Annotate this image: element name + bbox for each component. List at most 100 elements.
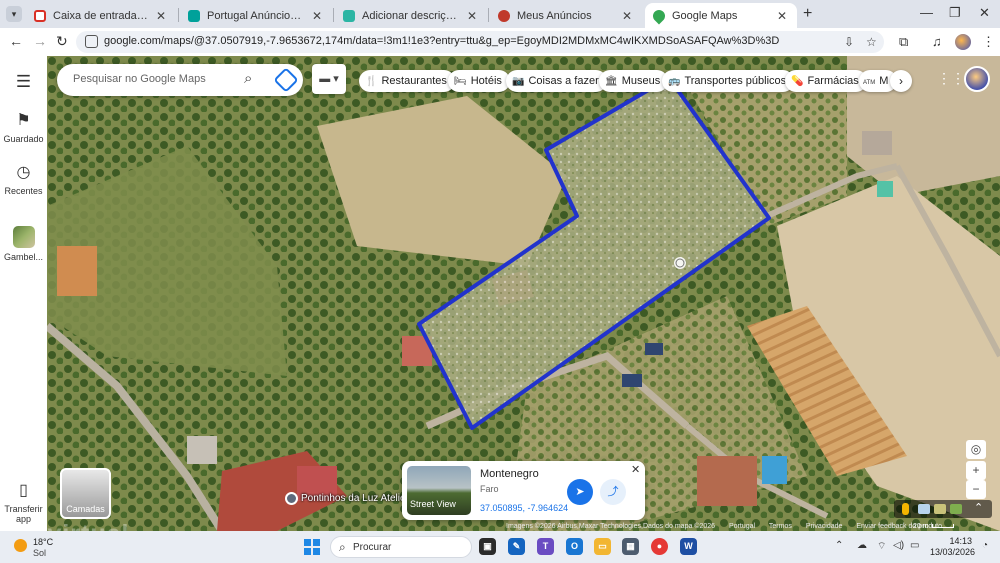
layer-thumb[interactable] xyxy=(950,504,962,514)
place-coordinates[interactable]: 37.050895, -7.964624 xyxy=(480,503,568,513)
expand-icon[interactable]: ⌃ xyxy=(974,501,983,514)
close-tab-icon[interactable]: ✕ xyxy=(310,9,324,23)
scale-bar[interactable]: 20 m xyxy=(913,523,954,530)
maps-pin-icon xyxy=(650,7,668,24)
notifications-icon[interactable]: ◔ xyxy=(982,540,988,551)
browser-menu-icon[interactable]: ⋮ xyxy=(982,34,995,50)
chip-restaurants[interactable]: 🍴 Restaurantes xyxy=(359,70,455,92)
tab-separator xyxy=(488,8,489,22)
place-name: Montenegro xyxy=(480,468,539,480)
rail-item-get-app[interactable]: ▯ Transferir app xyxy=(0,480,47,524)
menu-icon[interactable]: ☰ xyxy=(0,72,47,92)
site-favicon-icon xyxy=(498,9,510,22)
account-avatar[interactable] xyxy=(964,66,990,92)
close-card-icon[interactable]: ✕ xyxy=(631,463,640,476)
start-button[interactable] xyxy=(304,539,320,555)
profile-avatar[interactable] xyxy=(955,34,971,50)
battery-icon[interactable]: ▭ xyxy=(910,540,919,551)
tray-overflow-icon[interactable]: ⌃ xyxy=(835,540,843,551)
chip-pharmacies[interactable]: 💊 Farmácias xyxy=(785,70,867,92)
site-info-icon[interactable] xyxy=(85,35,98,48)
outlook-icon[interactable]: O xyxy=(566,538,583,555)
back-button[interactable]: ← xyxy=(9,33,23,49)
word-icon[interactable]: W xyxy=(680,538,697,555)
volume-icon[interactable]: ◁) xyxy=(893,540,904,551)
url-text[interactable]: google.com/maps/@37.0507919,-7.9653672,1… xyxy=(104,35,779,47)
place-card[interactable]: Street View Montenegro Faro 37.050895, -… xyxy=(402,461,645,520)
bookmark-star-icon[interactable]: ☆ xyxy=(866,35,877,49)
hotel-icon: 🛏 xyxy=(454,76,467,87)
minimize-button[interactable]: — xyxy=(920,5,933,20)
rail-item-saved[interactable]: ⚑ Guardado xyxy=(0,110,47,144)
directions-icon[interactable] xyxy=(273,67,299,93)
taskbar-search[interactable]: ⌕ Procurar xyxy=(330,536,472,558)
site-favicon-icon xyxy=(343,9,355,22)
task-view-icon[interactable]: ▣ xyxy=(479,538,496,555)
reload-button[interactable]: ↻ xyxy=(56,33,68,50)
place-region: Faro xyxy=(480,484,499,494)
poi-pin-icon[interactable] xyxy=(285,492,298,505)
close-tab-icon[interactable]: ✕ xyxy=(775,9,789,23)
camera-icon: 📷 xyxy=(512,76,525,87)
history-icon: ◷ xyxy=(16,164,31,181)
windows-taskbar: 18°C Sol ⌕ Procurar ▣ ✎ T O ▭ ▦ ● W ⌃ ☁ … xyxy=(0,531,1000,563)
rail-item-recent-place[interactable]: Gambel... xyxy=(0,226,47,262)
close-window-button[interactable]: ✕ xyxy=(979,5,990,21)
browser-tab-strip: ▾ Caixa de entrada - tiagomjv@g ✕ Portug… xyxy=(0,0,1000,28)
poi-label[interactable]: Pontinhos da Luz Atelier xyxy=(301,493,409,504)
chip-museums[interactable]: 🏛 Museus xyxy=(599,70,669,92)
rail-item-recents[interactable]: ◷ Recentes xyxy=(0,162,47,196)
search-icon[interactable]: ⌕ xyxy=(244,70,252,87)
new-tab-button[interactable]: + xyxy=(803,5,812,23)
chips-next-arrow[interactable]: › xyxy=(890,70,912,92)
layers-button[interactable]: Camadas xyxy=(60,468,111,519)
chip-hotels[interactable]: 🛏 Hotéis xyxy=(448,70,510,92)
tab-gmail[interactable]: Caixa de entrada - tiagomjv@g ✕ xyxy=(26,3,176,28)
teams-icon[interactable]: T xyxy=(537,538,554,555)
chip-things-to-do[interactable]: 📷 Coisas a fazer xyxy=(506,70,607,92)
media-controls-icon[interactable]: ♫ xyxy=(932,34,942,49)
map-view-toggle[interactable]: ▬ ▾ xyxy=(312,64,346,94)
wifi-icon[interactable]: ⌔ xyxy=(877,540,886,553)
satellite-map[interactable]: Pesquisar no Google Maps ⌕ ▬ ▾ 🍴 Restaura… xyxy=(47,56,1000,531)
tab-meta-descriptions[interactable]: Adicionar descrições meta | Im ✕ xyxy=(335,3,487,28)
extensions-icon[interactable]: ⧉ xyxy=(899,34,908,50)
system-clock[interactable]: 14:13 13/03/2026 xyxy=(930,536,975,558)
tab-google-maps[interactable]: Google Maps ✕ xyxy=(645,3,797,28)
search-box[interactable]: Pesquisar no Google Maps ⌕ xyxy=(57,64,303,96)
layer-thumb[interactable] xyxy=(918,504,930,514)
maps-side-rail: ☰ ⚑ Guardado ◷ Recentes Gambel... ▯ Tran… xyxy=(0,56,47,531)
tab-portugal-anuncios[interactable]: Portugal Anúncios Classificado ✕ xyxy=(180,3,332,28)
close-tab-icon[interactable]: ✕ xyxy=(154,9,168,23)
address-bar[interactable]: google.com/maps/@37.0507919,-7.9653672,1… xyxy=(76,31,884,53)
chip-public-transport[interactable]: 🚌 Transportes públicos xyxy=(662,70,795,92)
forward-button[interactable]: → xyxy=(33,33,47,49)
close-tab-icon[interactable]: ✕ xyxy=(465,9,479,23)
zoom-out-button[interactable]: − xyxy=(966,480,986,499)
map-imagery xyxy=(47,56,1000,531)
close-tab-icon[interactable]: ✕ xyxy=(620,9,634,23)
layer-thumb[interactable] xyxy=(934,504,946,514)
chrome-icon[interactable]: ● xyxy=(651,538,668,555)
museum-icon: 🏛 xyxy=(605,76,618,87)
place-thumbnail xyxy=(12,226,35,248)
gmail-icon xyxy=(34,9,46,22)
zoom-in-button[interactable]: + xyxy=(966,461,986,480)
file-explorer-icon[interactable]: ▭ xyxy=(594,538,611,555)
tab-meus-anuncios[interactable]: Meus Anúncios ✕ xyxy=(490,3,642,28)
search-input[interactable]: Pesquisar no Google Maps xyxy=(73,73,206,85)
install-app-icon[interactable]: ⇩ xyxy=(844,35,854,49)
directions-button[interactable]: ➤ xyxy=(567,479,593,505)
tab-search-button[interactable]: ▾ xyxy=(6,6,22,22)
my-location-icon[interactable]: ◎ xyxy=(966,440,986,459)
tab-separator xyxy=(178,8,179,22)
calculator-icon[interactable]: ▦ xyxy=(622,538,639,555)
maximize-button[interactable]: ❐ xyxy=(949,5,961,21)
pen-app-icon[interactable]: ✎ xyxy=(508,538,525,555)
street-view-thumbnail[interactable]: Street View xyxy=(407,466,471,515)
phone-icon: ▯ xyxy=(19,482,28,499)
layer-quick-strip[interactable]: ⌃ xyxy=(894,500,992,518)
share-button[interactable]: ⤴ xyxy=(600,479,626,505)
pegman-icon[interactable] xyxy=(902,503,909,515)
cloud-icon[interactable]: ☁ xyxy=(857,540,867,551)
